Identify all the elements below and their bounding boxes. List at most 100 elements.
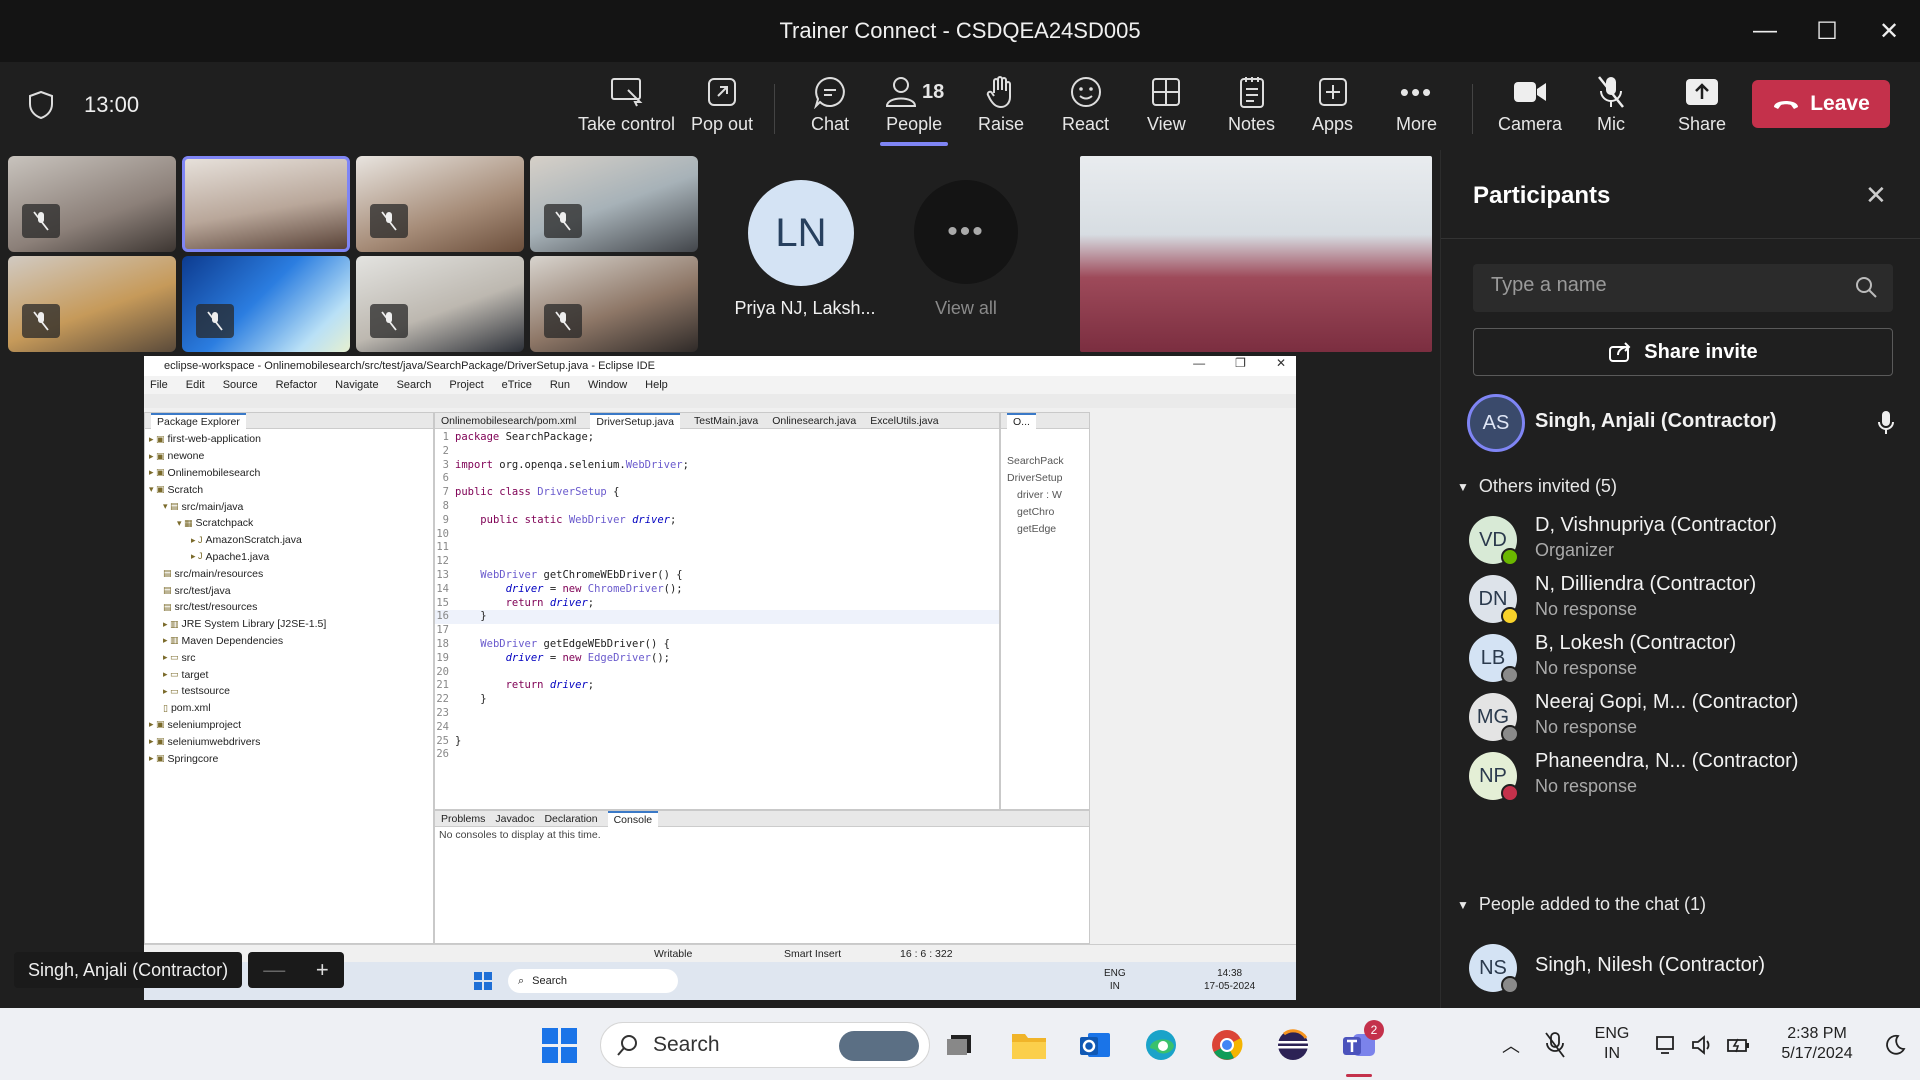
tree-item[interactable]: ▾ ▤ src/main/java (149, 498, 433, 515)
apps-button[interactable]: Apps (1312, 72, 1353, 144)
network-icon[interactable] (1648, 1026, 1686, 1064)
code-line[interactable]: 11 (435, 541, 999, 555)
code-line[interactable]: 17 (435, 624, 999, 638)
code-line[interactable]: 3 import org.openqa.selenium.WebDriver; (435, 459, 999, 473)
tree-item[interactable]: ▸ ▭ target (149, 666, 433, 683)
problems-tab[interactable]: Problems (441, 813, 485, 825)
tree-item[interactable]: ▸ ▣ seleniumwebdrivers (149, 733, 433, 750)
tree-item[interactable]: ▤ src/main/resources (149, 565, 433, 582)
menu-source[interactable]: Source (223, 379, 258, 391)
minimize-button[interactable]: — (1734, 0, 1796, 62)
more-button[interactable]: ••• More (1396, 72, 1437, 144)
code-line[interactable]: 16 } (435, 610, 999, 625)
outline-item[interactable]: DriverSetup (1007, 470, 1089, 487)
tree-item[interactable]: ▸ ▣ seleniumproject (149, 717, 433, 734)
view-all-button[interactable]: ••• (914, 180, 1018, 284)
code-line[interactable]: 1 package SearchPackage; (435, 431, 999, 445)
view-button[interactable]: View (1147, 72, 1186, 144)
menu-file[interactable]: File (150, 379, 168, 391)
system-clock[interactable]: 2:38 PM 5/17/2024 (1762, 1024, 1872, 1064)
video-tile[interactable] (530, 256, 698, 352)
code-line[interactable]: 10 (435, 528, 999, 542)
declaration-tab[interactable]: Declaration (544, 813, 597, 825)
editor-tab-pom[interactable]: Onlinemobilesearch/pom.xml (441, 415, 576, 427)
menu-window[interactable]: Window (588, 379, 627, 391)
windows-start-icon[interactable] (474, 972, 492, 990)
tree-item[interactable]: ▸ ▥ JRE System Library [J2SE-1.5] (149, 616, 433, 633)
people-button[interactable]: 18 People (884, 72, 944, 144)
share-invite-button[interactable]: Share invite (1473, 328, 1893, 376)
eclipse-minimize-button[interactable]: — (1193, 356, 1205, 370)
code-line[interactable]: 13 WebDriver getChromeWEbDriver() { (435, 569, 999, 583)
outline-item[interactable]: getEdge (1007, 520, 1089, 537)
eclipse-toolbar[interactable] (144, 394, 1296, 408)
participant-search-input[interactable] (1491, 274, 1831, 297)
tree-item[interactable]: ▸ ▣ first-web-application (149, 431, 433, 448)
microphone-icon[interactable] (1877, 410, 1895, 436)
others-invited-header[interactable]: ▼ Others invited (5) (1457, 476, 1617, 497)
share-button[interactable]: Share (1678, 72, 1726, 144)
javadoc-tab[interactable]: Javadoc (495, 813, 534, 825)
tree-item[interactable]: ▾ ▦ Scratchpack (149, 515, 433, 532)
tree-item[interactable]: ▸ ▣ Springcore (149, 750, 433, 767)
menu-refactor[interactable]: Refactor (276, 379, 318, 391)
code-line[interactable]: 21 return driver; (435, 679, 999, 693)
code-line[interactable]: 6 (435, 472, 999, 486)
eclipse-icon[interactable] (1274, 1026, 1312, 1064)
zoom-in-button[interactable]: + (316, 957, 329, 983)
outline-item[interactable]: SearchPack (1007, 453, 1089, 470)
editor-tab-driversetup[interactable]: DriverSetup.java (590, 412, 681, 429)
participant-invited[interactable]: VD D, Vishnupriya (Contractor) Organizer (1469, 512, 1889, 572)
participant-invited[interactable]: LB B, Lokesh (Contractor) No response (1469, 630, 1889, 690)
taskbar-search-box[interactable]: Search (600, 1022, 930, 1068)
outline-tab[interactable]: O... (1007, 412, 1036, 429)
menu-etrice[interactable]: eTrice (502, 379, 532, 391)
code-line[interactable]: 7 public class DriverSetup { (435, 486, 999, 500)
video-tile[interactable] (530, 156, 698, 252)
shield-icon[interactable] (28, 90, 54, 120)
tree-item[interactable]: ▸ J Apache1.java (149, 549, 433, 566)
tree-item[interactable]: ▸ ▭ testsource (149, 683, 433, 700)
package-explorer-tab[interactable]: Package Explorer (151, 412, 246, 429)
windows-start-icon[interactable] (540, 1026, 578, 1064)
notes-button[interactable]: Notes (1228, 72, 1275, 144)
people-added-header[interactable]: ▼ People added to the chat (1) (1457, 894, 1706, 915)
code-line[interactable]: 25} (435, 735, 999, 749)
editor-tab-onlinesearch[interactable]: Onlinesearch.java (772, 415, 856, 427)
pop-out-button[interactable]: Pop out (691, 72, 753, 144)
participant-invited[interactable]: MG Neeraj Gopi, M... (Contractor) No respo… (1469, 689, 1889, 749)
mic-button[interactable]: Mic (1596, 72, 1626, 144)
editor-tab-testmain[interactable]: TestMain.java (694, 415, 758, 427)
menu-help[interactable]: Help (645, 379, 668, 391)
participant-added[interactable]: NS Singh, Nilesh (Contractor) (1469, 940, 1889, 1000)
outlook-icon[interactable] (1076, 1026, 1114, 1064)
menu-project[interactable]: Project (449, 379, 483, 391)
tree-item[interactable]: ▸ ▣ newone (149, 448, 433, 465)
code-line[interactable]: 15 return driver; (435, 597, 999, 611)
menu-navigate[interactable]: Navigate (335, 379, 378, 391)
tree-item[interactable]: ▸ J AmazonScratch.java (149, 532, 433, 549)
task-view-icon[interactable] (940, 1026, 978, 1064)
tree-item[interactable]: ▾ ▣ Scratch (149, 481, 433, 498)
close-window-button[interactable]: ✕ (1858, 0, 1920, 62)
console-tab[interactable]: Console (607, 810, 659, 827)
chrome-icon[interactable] (1208, 1026, 1246, 1064)
outline-item[interactable]: getChro (1007, 503, 1089, 520)
code-line[interactable]: 20 (435, 666, 999, 680)
tree-item[interactable]: ▤ src/test/resources (149, 599, 433, 616)
presenter-video[interactable] (1080, 156, 1432, 352)
video-tile[interactable] (8, 156, 176, 252)
leave-button[interactable]: Leave (1752, 80, 1890, 128)
tree-item[interactable]: ▯ pom.xml (149, 700, 433, 717)
chevron-up-icon[interactable]: ︿ (1492, 1026, 1530, 1064)
camera-button[interactable]: Camera (1498, 72, 1562, 144)
moon-icon[interactable] (1876, 1026, 1914, 1064)
tree-item[interactable]: ▤ src/test/java (149, 582, 433, 599)
video-tile[interactable] (8, 256, 176, 352)
eclipse-maximize-button[interactable]: ❐ (1235, 356, 1246, 370)
code-line[interactable]: 24 (435, 721, 999, 735)
tree-item[interactable]: ▸ ▣ Onlinemobilesearch (149, 465, 433, 482)
menu-search[interactable]: Search (397, 379, 432, 391)
mic-muted-tray-icon[interactable] (1536, 1026, 1574, 1064)
code-line[interactable]: 23 (435, 707, 999, 721)
